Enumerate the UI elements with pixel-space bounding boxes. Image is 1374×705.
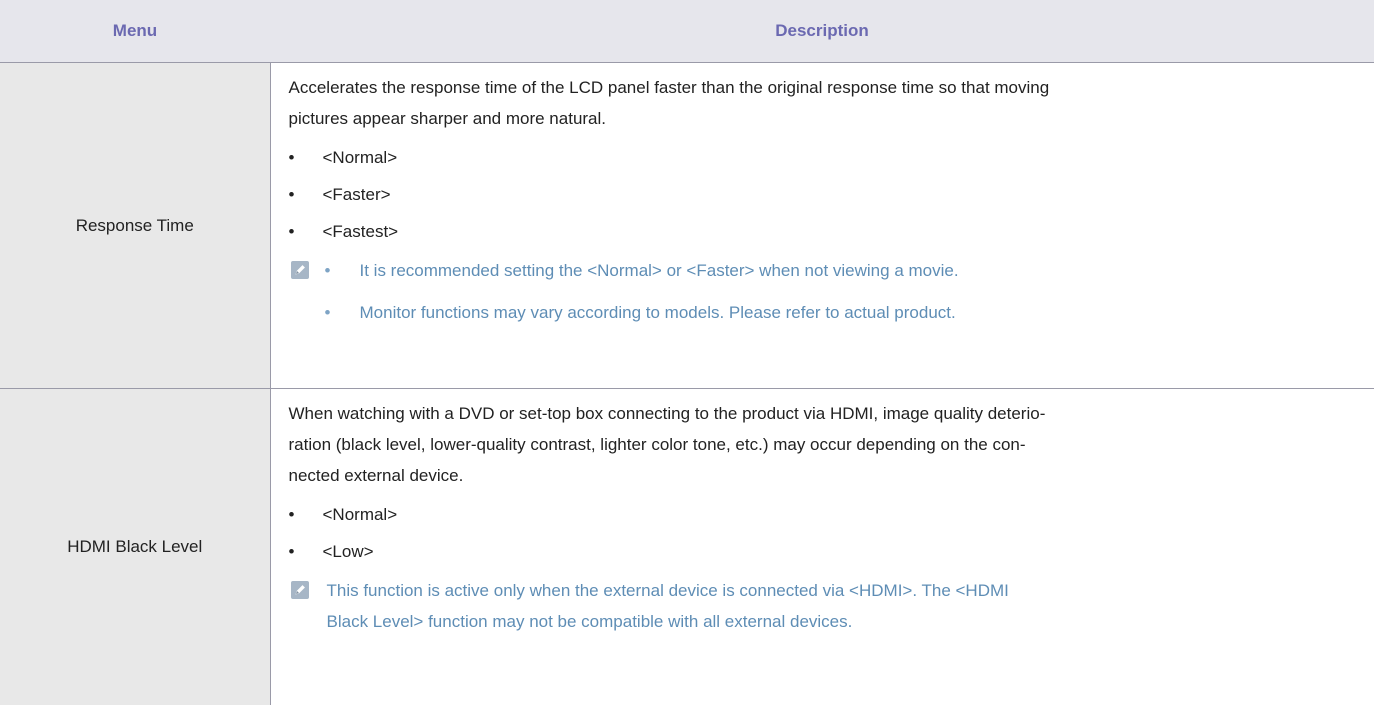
response-time-note: • It is recommended setting the <Normal>… <box>289 255 1374 339</box>
bullet-icon: • <box>289 142 303 173</box>
menu-column-header: Menu <box>0 0 270 63</box>
intro-line: nected external device. <box>289 460 1351 491</box>
note-list: • It is recommended setting the <Normal>… <box>325 255 959 339</box>
table-row-hdmi-black-level: HDMI Black Level When watching with a DV… <box>0 389 1374 705</box>
option-item: • <Normal> <box>289 499 1374 530</box>
menu-cell-hdmi-black-level: HDMI Black Level <box>0 389 270 705</box>
intro-line: pictures appear sharper and more natural… <box>289 103 1351 134</box>
note-line: This function is active only when the ex… <box>327 575 1009 606</box>
option-item: • <Fastest> <box>289 216 1374 247</box>
note-text: This function is active only when the ex… <box>327 575 1069 637</box>
option-label: <Normal> <box>323 505 398 524</box>
description-cell-hdmi-black-level: When watching with a DVD or set-top box … <box>270 389 1374 705</box>
intro-line: ration (black level, lower-quality contr… <box>289 429 1351 460</box>
option-item: • <Normal> <box>289 142 1374 173</box>
option-label: <Low> <box>323 542 374 561</box>
note-text: It is recommended setting the <Normal> o… <box>360 261 959 280</box>
option-label: <Faster> <box>323 185 391 204</box>
table-row-response-time: Response Time Accelerates the response t… <box>0 63 1374 389</box>
intro-line: When watching with a DVD or set-top box … <box>289 398 1351 429</box>
bullet-icon: • <box>289 536 303 567</box>
note-pencil-icon <box>291 261 309 279</box>
note-pencil-icon <box>291 581 309 599</box>
option-label: <Fastest> <box>323 222 399 241</box>
bullet-icon: • <box>289 499 303 530</box>
response-time-options: • <Normal> • <Faster> • <Fastest> <box>289 142 1374 247</box>
description-column-header: Description <box>270 0 1374 63</box>
hdmi-black-level-options: • <Normal> • <Low> <box>289 499 1374 567</box>
bullet-icon: • <box>289 179 303 210</box>
response-time-intro: Accelerates the response time of the LCD… <box>289 72 1374 134</box>
note-item: • It is recommended setting the <Normal>… <box>325 255 959 286</box>
note-text: Monitor functions may vary according to … <box>360 303 956 322</box>
note-line: Black Level> function may not be compati… <box>327 606 1009 637</box>
hdmi-black-level-intro: When watching with a DVD or set-top box … <box>289 398 1374 491</box>
bullet-icon: • <box>325 297 339 328</box>
intro-line: Accelerates the response time of the LCD… <box>289 72 1351 103</box>
bullet-icon: • <box>325 255 339 286</box>
menu-description-table: Menu Description Response Time Accelerat… <box>0 0 1374 705</box>
note-item: • Monitor functions may vary according t… <box>325 297 959 328</box>
option-label: <Normal> <box>323 148 398 167</box>
menu-cell-response-time: Response Time <box>0 63 270 389</box>
bullet-icon: • <box>289 216 303 247</box>
table-header-row: Menu Description <box>0 0 1374 63</box>
hdmi-black-level-note: This function is active only when the ex… <box>289 575 1374 637</box>
option-item: • <Faster> <box>289 179 1374 210</box>
description-cell-response-time: Accelerates the response time of the LCD… <box>270 63 1374 389</box>
option-item: • <Low> <box>289 536 1374 567</box>
